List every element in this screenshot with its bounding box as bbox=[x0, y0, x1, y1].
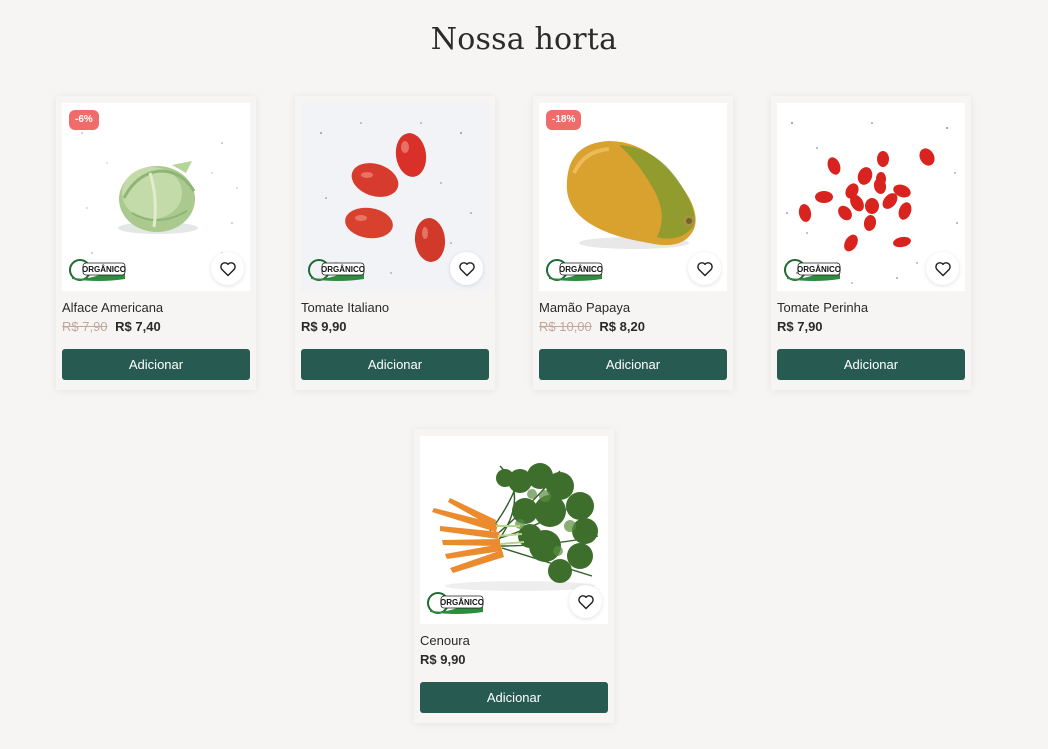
product-image[interactable]: ORGÂNICO bbox=[777, 103, 965, 291]
organic-seal-logo: ORGÂNICO bbox=[308, 259, 365, 281]
product-card: -6% ORGÂNICO Alface Americana R$ 7,90 R$… bbox=[56, 96, 256, 390]
svg-text:ORGÂNICO: ORGÂNICO bbox=[559, 265, 603, 274]
add-to-cart-button[interactable]: Adicionar bbox=[539, 349, 727, 380]
product-name: Tomate Italiano bbox=[301, 300, 390, 315]
product-card: -18% ORGÂNICO Mamão Papaya R$ 10,00 R$ 8… bbox=[533, 96, 733, 390]
product-name: Tomate Perinha bbox=[777, 300, 869, 315]
product-name: Cenoura bbox=[420, 633, 470, 648]
price: R$ 8,20 bbox=[599, 319, 645, 334]
product-image[interactable]: -18% ORGÂNICO bbox=[539, 103, 727, 291]
heart-icon bbox=[696, 261, 713, 276]
heart-icon bbox=[934, 261, 951, 276]
organic-seal-logo: ORGÂNICO bbox=[784, 259, 841, 281]
heart-icon bbox=[577, 594, 594, 609]
section-title: Nossa horta bbox=[430, 22, 618, 57]
organic-seal-logo: ORGÂNICO bbox=[546, 259, 603, 281]
product-card: ORGÂNICO Cenoura R$ 9,90 Adicionar bbox=[414, 429, 614, 723]
svg-text:ORGÂNICO: ORGÂNICO bbox=[321, 265, 365, 274]
svg-text:ORGÂNICO: ORGÂNICO bbox=[797, 265, 841, 274]
favorite-button[interactable] bbox=[926, 252, 959, 285]
favorite-button[interactable] bbox=[569, 585, 602, 618]
price: R$ 7,90 bbox=[777, 319, 823, 334]
svg-text:ORGÂNICO: ORGÂNICO bbox=[82, 265, 126, 274]
price: R$ 9,90 bbox=[301, 319, 347, 334]
heart-icon bbox=[458, 261, 475, 276]
product-image[interactable]: ORGÂNICO bbox=[420, 436, 608, 624]
product-name: Mamão Papaya bbox=[539, 300, 631, 315]
product-name: Alface Americana bbox=[62, 300, 164, 315]
add-to-cart-button[interactable]: Adicionar bbox=[301, 349, 489, 380]
product-card: ORGÂNICO Tomate Italiano R$ 9,90 Adicion… bbox=[295, 96, 495, 390]
favorite-button[interactable] bbox=[211, 252, 244, 285]
organic-seal-logo: ORGÂNICO bbox=[427, 592, 484, 614]
add-to-cart-button[interactable]: Adicionar bbox=[420, 682, 608, 713]
product-image[interactable]: -6% ORGÂNICO bbox=[62, 103, 250, 291]
favorite-button[interactable] bbox=[688, 252, 721, 285]
organic-seal-logo: ORGÂNICO bbox=[69, 259, 126, 281]
add-to-cart-button[interactable]: Adicionar bbox=[62, 349, 250, 380]
price: R$ 9,90 bbox=[420, 652, 466, 667]
add-to-cart-button[interactable]: Adicionar bbox=[777, 349, 965, 380]
price: R$ 7,40 bbox=[115, 319, 161, 334]
svg-text:ORGÂNICO: ORGÂNICO bbox=[440, 598, 484, 607]
product-card: ORGÂNICO Tomate Perinha R$ 7,90 Adiciona… bbox=[771, 96, 971, 390]
product-image[interactable]: ORGÂNICO bbox=[301, 103, 489, 291]
discount-badge: -6% bbox=[69, 110, 99, 130]
favorite-button[interactable] bbox=[450, 252, 483, 285]
heart-icon bbox=[219, 261, 236, 276]
discount-badge: -18% bbox=[546, 110, 582, 130]
old-price: R$ 7,90 bbox=[62, 319, 108, 334]
old-price: R$ 10,00 bbox=[539, 319, 592, 334]
